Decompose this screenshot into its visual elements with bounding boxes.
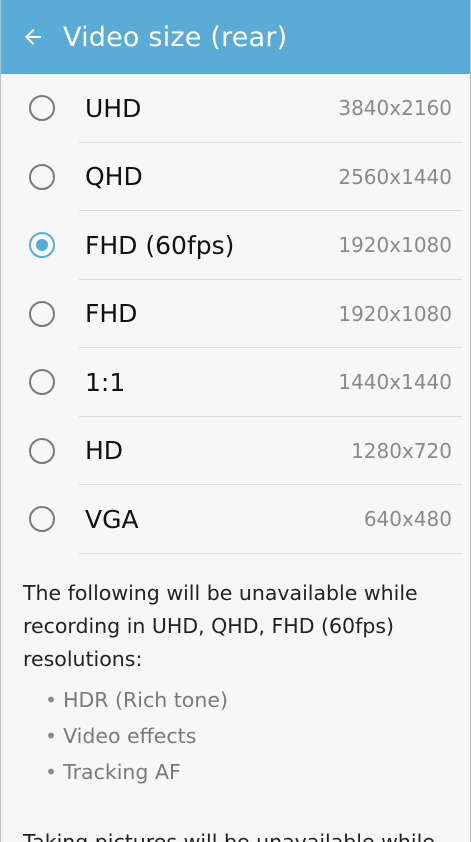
- option-label: VGA: [85, 504, 139, 534]
- pictures-unavailable-note: Taking pictures will be unavailable whil…: [23, 830, 435, 842]
- option-uhd[interactable]: UHD 3840x2160: [1, 74, 470, 143]
- option-label: HD: [85, 436, 124, 466]
- radio-button[interactable]: [29, 163, 55, 190]
- option-label: FHD (60fps): [85, 230, 235, 260]
- unavailable-features-list: HDR (Rich tone) Video effects Tracking A…: [45, 682, 228, 790]
- radio-button[interactable]: [29, 95, 55, 122]
- list-item: Video effects: [45, 718, 228, 754]
- list-item: HDR (Rich tone): [45, 682, 228, 718]
- option-fhd[interactable]: FHD 1920x1080: [1, 280, 470, 348]
- screen: Video size (rear) UHD 3840x2160 QHD 2560…: [0, 0, 471, 842]
- divider: [79, 552, 462, 554]
- option-1-1[interactable]: 1:1 1440x1440: [1, 348, 470, 417]
- option-resolution: 1920x1080: [338, 301, 452, 326]
- option-label: QHD: [85, 162, 143, 192]
- option-fhd-60fps[interactable]: FHD (60fps) 1920x1080: [1, 211, 470, 280]
- arrow-left-icon: [25, 29, 41, 45]
- option-resolution: 640x480: [363, 507, 452, 532]
- page-title: Video size (rear): [63, 21, 288, 53]
- option-label: FHD: [85, 299, 138, 329]
- option-vga[interactable]: VGA 640x480: [1, 485, 470, 554]
- option-hd[interactable]: HD 1280x720: [1, 417, 470, 485]
- video-size-list: UHD 3840x2160 QHD 2560x1440 FHD (60fps) …: [1, 74, 470, 554]
- option-qhd[interactable]: QHD 2560x1440: [1, 143, 470, 211]
- radio-button[interactable]: [29, 300, 55, 327]
- option-resolution: 1280x720: [351, 438, 452, 463]
- radio-button-selected[interactable]: [29, 232, 55, 259]
- radio-button[interactable]: [29, 437, 55, 464]
- option-resolution: 3840x2160: [338, 96, 452, 121]
- unavailable-note: The following will be unavailable while …: [23, 581, 418, 671]
- option-resolution: 2560x1440: [338, 164, 452, 189]
- option-resolution: 1920x1080: [338, 233, 452, 258]
- list-item: Tracking AF: [45, 754, 228, 790]
- back-button[interactable]: [1, 0, 65, 74]
- option-label: UHD: [85, 93, 142, 123]
- radio-button[interactable]: [29, 369, 55, 396]
- option-resolution: 1440x1440: [338, 370, 452, 395]
- app-bar: Video size (rear): [1, 0, 470, 74]
- option-label: 1:1: [85, 367, 126, 397]
- radio-button[interactable]: [29, 506, 55, 533]
